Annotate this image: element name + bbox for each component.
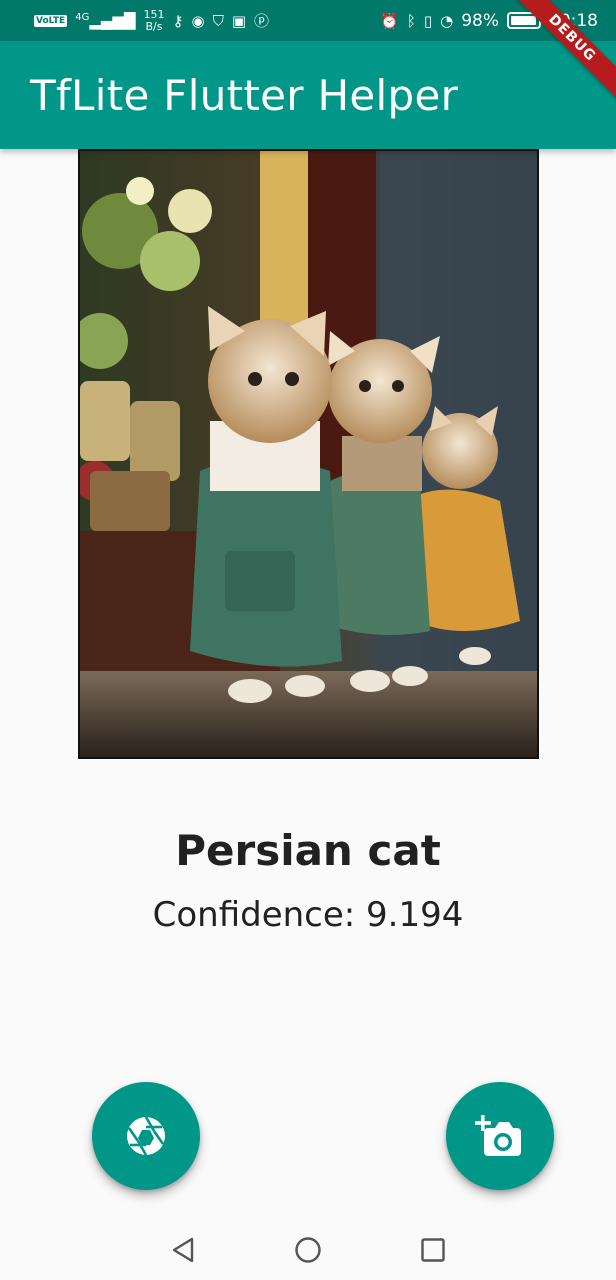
app-bar: TfLite Flutter Helper bbox=[0, 41, 616, 149]
add-photo-button[interactable] bbox=[446, 1082, 554, 1190]
parking-icon: ⓟ bbox=[254, 12, 270, 30]
back-button[interactable] bbox=[163, 1230, 203, 1270]
recents-button[interactable] bbox=[413, 1230, 453, 1270]
system-nav-bar bbox=[0, 1220, 616, 1280]
battery-icon bbox=[507, 12, 541, 29]
network-speed: 151 B/s bbox=[143, 8, 164, 33]
app-notification-icon: ▣ bbox=[231, 11, 247, 30]
speed-unit: B/s bbox=[145, 19, 163, 33]
kittens-photo bbox=[80, 151, 537, 757]
bluetooth-icon: ᛒ bbox=[406, 11, 416, 30]
home-button[interactable] bbox=[288, 1230, 328, 1270]
battery-percent: 98% bbox=[461, 10, 499, 31]
network-type: 4G bbox=[75, 11, 90, 23]
vibrate-icon: ▯ bbox=[423, 11, 433, 30]
back-triangle-icon bbox=[172, 1237, 193, 1263]
battery-level bbox=[511, 16, 537, 25]
key-icon: ⚷ bbox=[172, 11, 184, 30]
status-right: ⏰ ᛒ ▯ ◔ 98% 20:18 bbox=[380, 11, 598, 31]
volte-badge: VoLTE bbox=[34, 14, 68, 27]
status-bar: VoLTE 4G▂▄▆█ 151 B/s ⚷ ◉ ⛉ ▣ ⓟ ⏰ ᛒ ▯ ◔ 9… bbox=[0, 0, 616, 41]
recents-square-icon bbox=[421, 1238, 446, 1262]
status-left: VoLTE 4G▂▄▆█ 151 B/s ⚷ ◉ ⛉ ▣ ⓟ bbox=[34, 8, 270, 33]
signal-icon: 4G▂▄▆█ bbox=[75, 11, 136, 30]
confidence-text: Confidence: 9.194 bbox=[152, 895, 464, 935]
speedometer-icon: ◔ bbox=[440, 11, 454, 30]
home-circle-icon bbox=[295, 1237, 321, 1263]
capture-photo-button[interactable] bbox=[92, 1082, 200, 1190]
prediction-label: Persian cat bbox=[175, 826, 441, 875]
camera-shutter-icon bbox=[127, 1116, 165, 1156]
eye-icon: ◉ bbox=[191, 11, 205, 30]
alarm-icon: ⏰ bbox=[380, 11, 399, 30]
clock: 20:18 bbox=[549, 10, 598, 31]
classified-image bbox=[78, 149, 539, 759]
app-title: TfLite Flutter Helper bbox=[30, 70, 459, 120]
add-a-photo-icon bbox=[475, 1115, 521, 1156]
shield-icon: ⛉ bbox=[212, 11, 224, 30]
